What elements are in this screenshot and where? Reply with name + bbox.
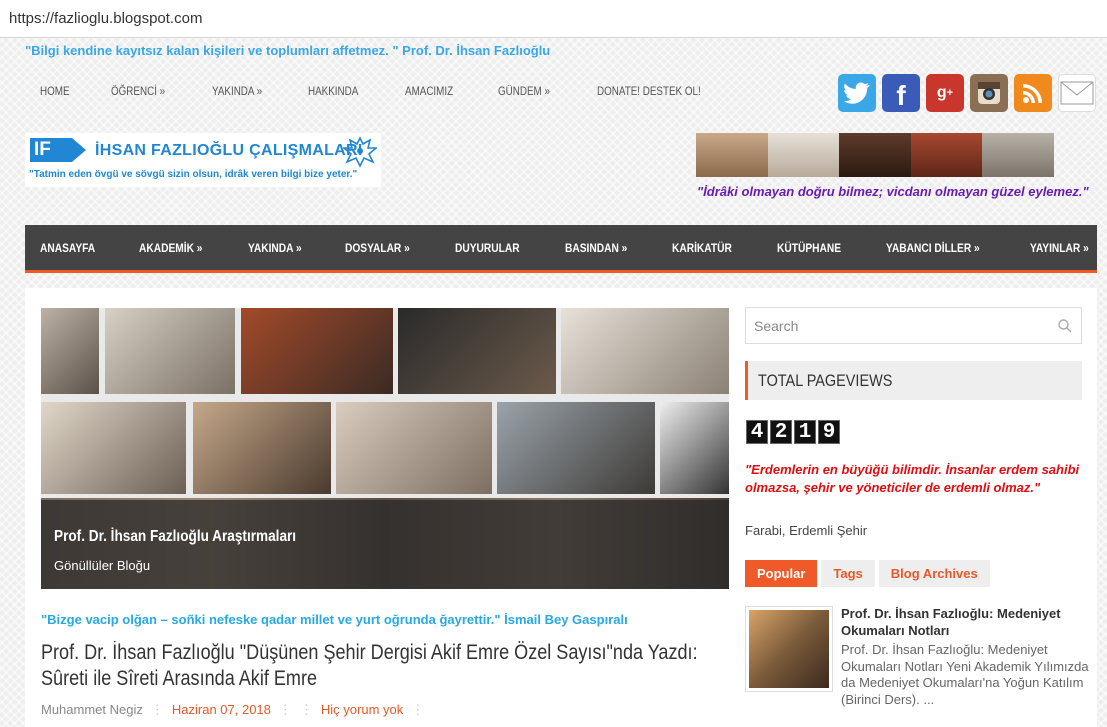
nav-duyurular[interactable]: DUYURULAR — [455, 241, 520, 255]
meta-separator: ⋮ — [150, 702, 164, 717]
site-logo[interactable]: IF İHSAN FAZLIOĞLU ÇALIŞMALARI "Tatmin e… — [25, 133, 381, 187]
hero-photo — [497, 402, 655, 494]
top-nav-yakinda[interactable]: YAKINDA » — [212, 84, 262, 102]
hero-photo — [336, 402, 492, 494]
facebook-icon[interactable]: f — [882, 74, 920, 112]
header-photo-banner — [696, 133, 1054, 177]
post-date[interactable]: Haziran 07, 2018 — [172, 702, 271, 718]
address-bar[interactable]: https://fazlioglu.blogspot.com — [0, 0, 1107, 38]
hero-photo — [105, 308, 235, 394]
post-title[interactable]: Prof. Dr. İhsan Fazlıoğlu "Düşünen Şehir… — [41, 640, 729, 692]
meta-separator: ⋮ — [278, 702, 292, 717]
main-nav: ANASAYFA AKADEMİK » YAKINDA » DOSYALAR »… — [25, 225, 1097, 273]
top-nav-donate[interactable]: DONATE! DESTEK OL! — [597, 84, 701, 102]
pageviews-counter: 4 2 1 9 — [746, 420, 840, 444]
nav-dosyalar[interactable]: DOSYALAR » — [345, 241, 410, 255]
counter-digit: 9 — [818, 420, 840, 444]
nav-yayinlar[interactable]: YAYINLAR » — [1030, 241, 1089, 255]
tab-tags[interactable]: Tags — [821, 560, 875, 587]
header-right-quote: "İdrâki olmayan doğru bilmez; vicdanı ol… — [697, 184, 1089, 199]
nav-basindan[interactable]: BASINDAN » — [565, 241, 627, 255]
hero-photo — [41, 402, 186, 494]
pageviews-title-text: TOTAL PAGEVIEWS — [758, 371, 893, 390]
popular-post-title[interactable]: Prof. Dr. İhsan Fazlıoğlu: Medeniyet Oku… — [841, 605, 1091, 639]
counter-digit: 2 — [770, 420, 792, 444]
logo-mark: IF — [30, 138, 72, 162]
hero-photo — [561, 308, 729, 394]
search-icon[interactable] — [1057, 318, 1073, 334]
hero-photo — [398, 308, 556, 394]
tab-popular[interactable]: Popular — [745, 560, 818, 587]
nav-yabanci-diller[interactable]: YABANCI DİLLER » — [886, 241, 980, 255]
rss-icon[interactable] — [1014, 74, 1052, 112]
post-title-line1: Prof. Dr. İhsan Fazlıoğlu "Düşünen Şehir… — [41, 641, 698, 664]
mail-icon[interactable] — [1058, 74, 1096, 112]
post-quote: "Bizge vacip olğan – soñki nefeske qadar… — [41, 612, 628, 627]
sidebar-tabs: Popular Tags Blog Archives — [745, 560, 990, 587]
hero-title[interactable]: Prof. Dr. İhsan Fazlıoğlu Araştırmaları — [54, 528, 296, 546]
thumbnail-photo — [749, 610, 829, 688]
instagram-icon[interactable] — [970, 74, 1008, 112]
counter-digit: 1 — [794, 420, 816, 444]
top-nav-gundem[interactable]: GÜNDEM » — [498, 84, 550, 102]
post-author[interactable]: Muhammet Negiz — [41, 702, 143, 718]
post-comments[interactable]: Hiç yorum yok — [321, 702, 403, 718]
hero-photo — [193, 402, 331, 494]
googleplus-icon[interactable]: g + — [926, 74, 964, 112]
top-nav-ogrenci[interactable]: ÖĞRENCİ » — [111, 84, 165, 102]
nav-yakinda[interactable]: YAKINDA » — [248, 241, 302, 255]
hero-photo — [41, 308, 99, 394]
url-text: https://fazlioglu.blogspot.com — [9, 10, 203, 27]
pageviews-widget-title: TOTAL PAGEVIEWS — [745, 361, 1082, 400]
banner-photo — [696, 133, 768, 177]
logo-arrow-icon — [72, 138, 86, 162]
search-input[interactable] — [746, 308, 1046, 343]
logo-motto: "Tatmin eden övgü ve sövgü sizin olsun, … — [29, 169, 358, 180]
meta-separator: ⋮ — [299, 702, 313, 717]
farabi-source: Farabi, Erdemli Şehir — [745, 523, 868, 538]
banner-photo — [982, 133, 1054, 177]
popular-post-thumbnail[interactable] — [745, 606, 833, 692]
search-box — [745, 307, 1082, 344]
tab-blog-archives[interactable]: Blog Archives — [878, 560, 990, 587]
nav-akademik[interactable]: AKADEMİK » — [139, 241, 202, 255]
banner-photo — [910, 133, 983, 177]
hero-subtitle: Gönüllüler Bloğu — [54, 558, 151, 573]
counter-digit: 4 — [746, 420, 768, 444]
nav-kutuphane[interactable]: KÜTÜPHANE — [777, 241, 841, 255]
top-quote: "Bilgi kendine kayıtsız kalan kişileri v… — [25, 43, 551, 58]
top-nav-amacimiz[interactable]: AMACIMIZ — [405, 84, 453, 102]
logo-name: İHSAN FAZLIOĞLU ÇALIŞMALARI — [95, 142, 363, 159]
top-nav: HOME ÖĞRENCİ » YAKINDA » HAKKINDA AMACIM… — [40, 84, 758, 102]
post-meta: Muhammet Negiz ⋮ Haziran 07, 2018 ⋮ ⋮ Hi… — [41, 702, 424, 718]
top-nav-home[interactable]: HOME — [40, 84, 70, 102]
post-title-line2: Sûreti ile Sîreti Arasında Akif Emre — [41, 667, 318, 690]
top-nav-hakkinda[interactable]: HAKKINDA — [308, 84, 358, 102]
twitter-icon[interactable] — [838, 74, 876, 112]
hero-slider[interactable]: Prof. Dr. İhsan Fazlıoğlu Araştırmaları … — [41, 308, 729, 589]
nav-anasayfa[interactable]: ANASAYFA — [40, 241, 95, 255]
social-links: f g + — [838, 74, 1096, 112]
nav-karikatur[interactable]: KARİKATÜR — [672, 241, 732, 255]
popular-post-excerpt: Prof. Dr. İhsan Fazlıoğlu: Medeniyet Oku… — [841, 642, 1089, 707]
hero-photo — [241, 308, 393, 394]
banner-photo — [767, 133, 840, 177]
eagle-seal-icon — [343, 136, 377, 168]
hero-photo — [660, 402, 729, 494]
farabi-quote: "Erdemlerin en büyüğü bilimdir. İnsanlar… — [745, 462, 1080, 495]
meta-separator: ⋮ — [411, 702, 425, 717]
banner-photo — [839, 133, 911, 177]
